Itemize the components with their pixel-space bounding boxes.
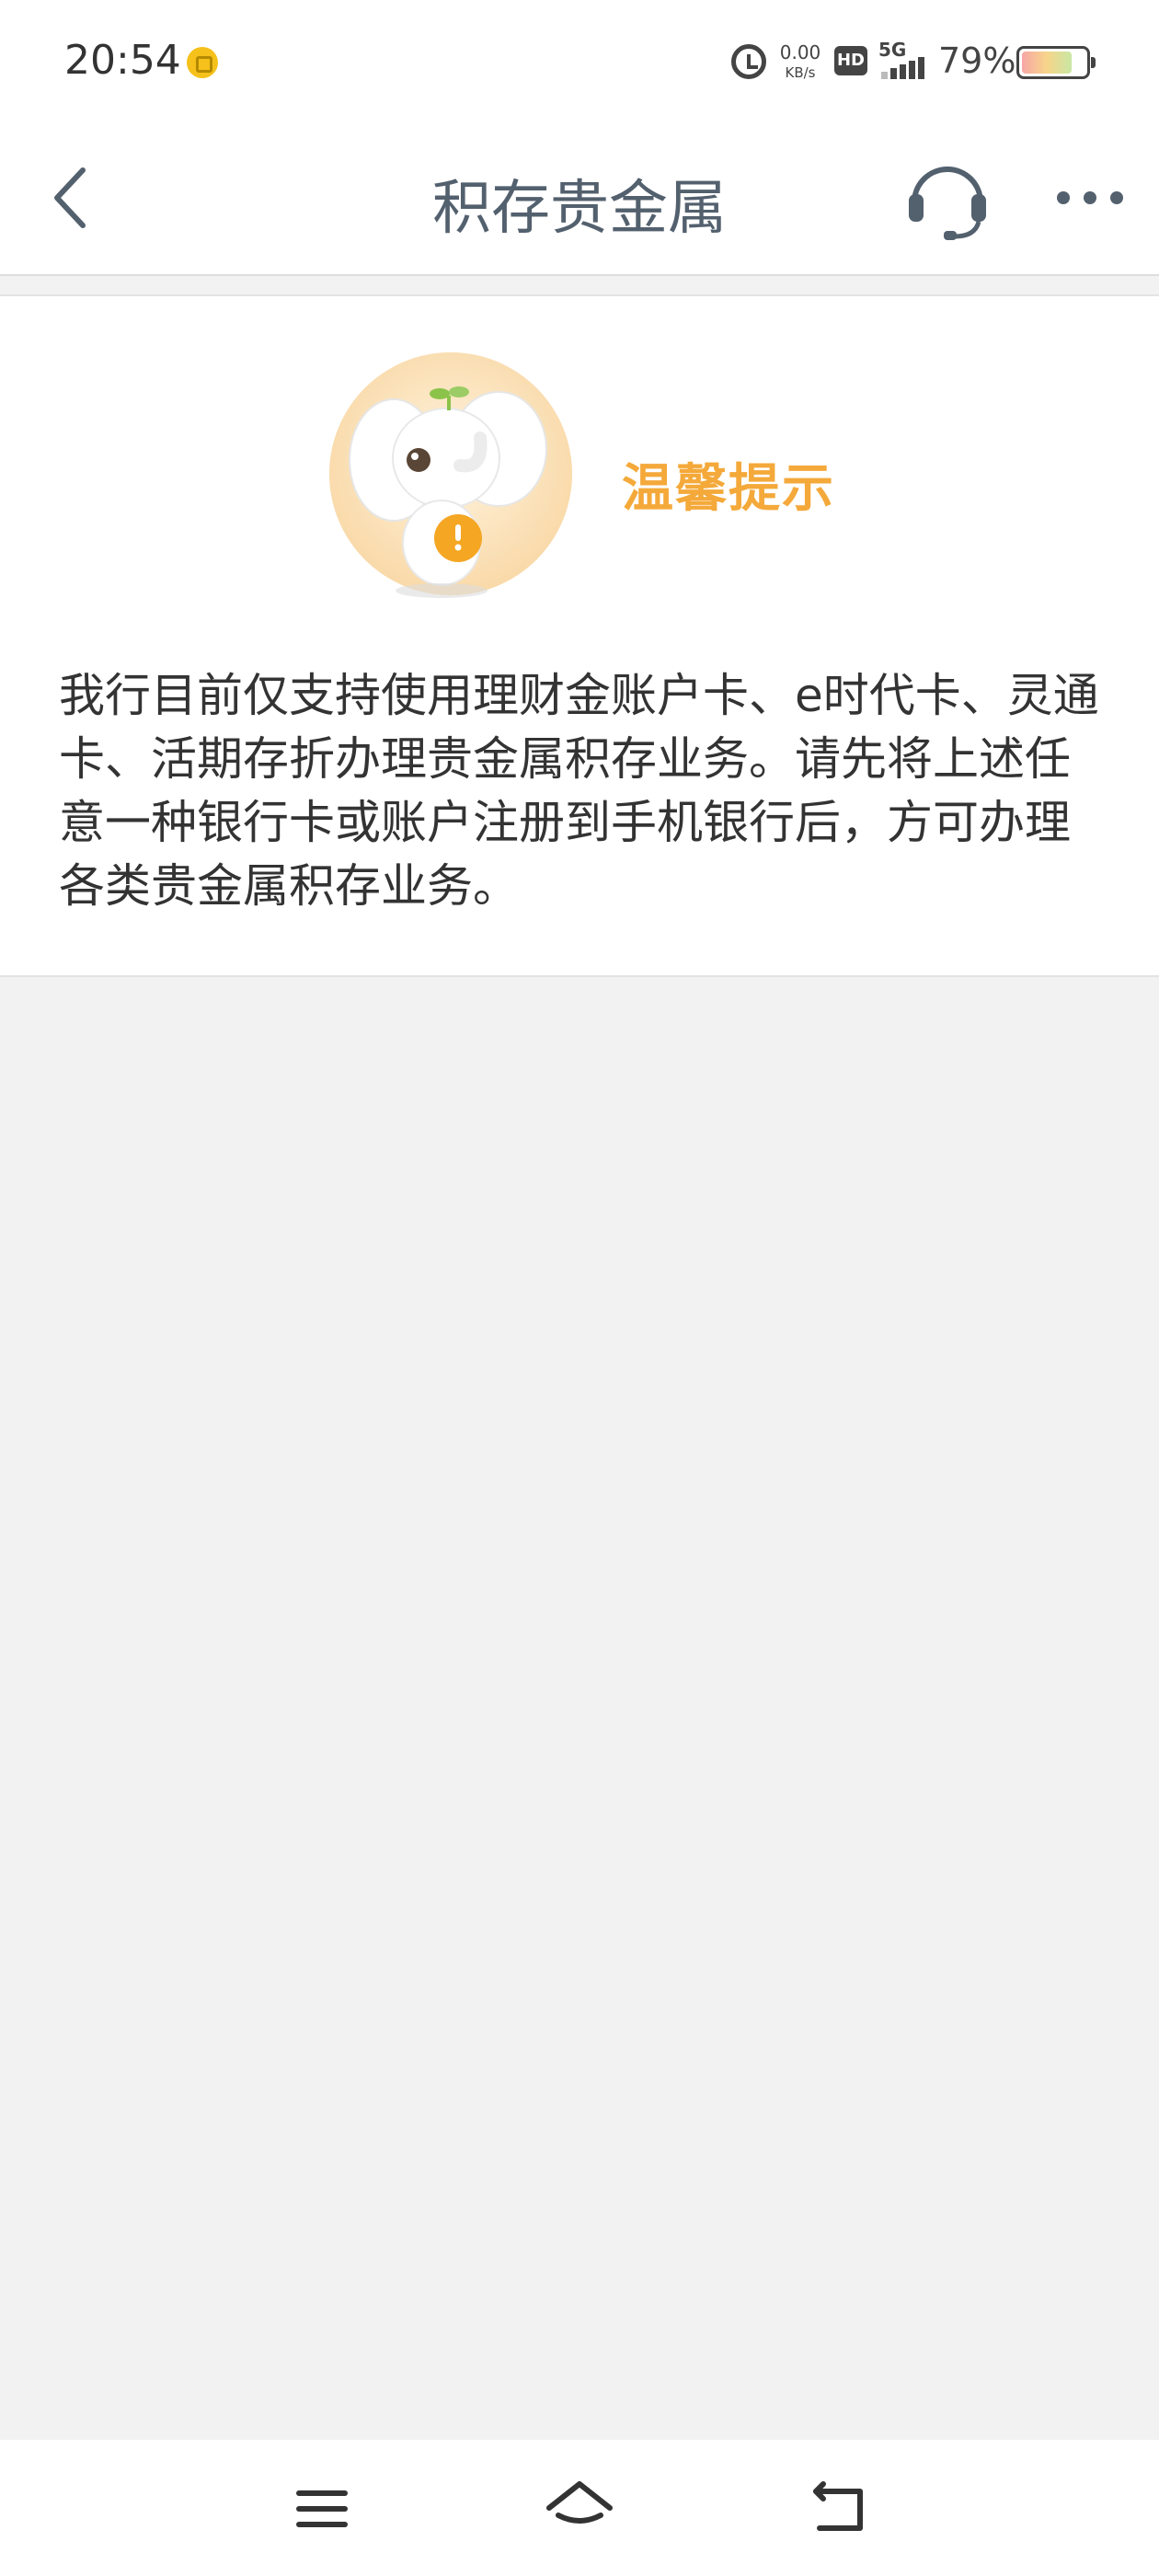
notice-title: 温馨提示 — [622, 459, 835, 519]
menu-button[interactable] — [281, 2467, 363, 2550]
home-icon — [546, 2481, 613, 2524]
coin-notification-icon — [187, 47, 218, 78]
headset-icon — [909, 167, 986, 240]
nav-bar: 积存贵金属 — [0, 124, 1159, 276]
alarm-icon — [731, 44, 766, 79]
battery-percent: 79% — [938, 40, 1016, 81]
battery-fill — [1022, 52, 1072, 74]
customer-service-button[interactable] — [901, 152, 993, 244]
chevron-left-icon — [54, 167, 86, 228]
signal-icon — [881, 55, 927, 79]
elephant-mascot-illustration — [329, 352, 572, 598]
more-dots-icon — [1057, 191, 1123, 204]
back-icon — [813, 2481, 863, 2531]
battery-icon — [1016, 46, 1096, 79]
network-speed-value: 0.00 — [779, 41, 821, 63]
section-divider — [0, 276, 1159, 296]
network-speed-unit: KB/s — [785, 64, 816, 81]
notice-card: 温馨提示 我行目前仅支持使用理财金账户卡、e时代卡、灵通卡、活期存折办理贵金属积… — [0, 296, 1159, 977]
menu-icon — [296, 2490, 348, 2527]
back-button[interactable] — [46, 161, 101, 235]
status-time: 20:54 — [64, 37, 181, 84]
home-button[interactable] — [538, 2467, 621, 2550]
hd-icon: HD — [834, 46, 867, 75]
more-button[interactable] — [1049, 161, 1131, 235]
status-bar: 20:54 0.00 KB/s HD 5G 79% — [0, 0, 1159, 124]
notice-message: 我行目前仅支持使用理财金账户卡、e时代卡、灵通卡、活期存折办理贵金属积存业务。请… — [59, 669, 1099, 913]
back-nav-button[interactable] — [796, 2467, 878, 2550]
system-nav-bar — [0, 2440, 1159, 2576]
network-speed: 0.00 KB/s — [777, 42, 823, 83]
